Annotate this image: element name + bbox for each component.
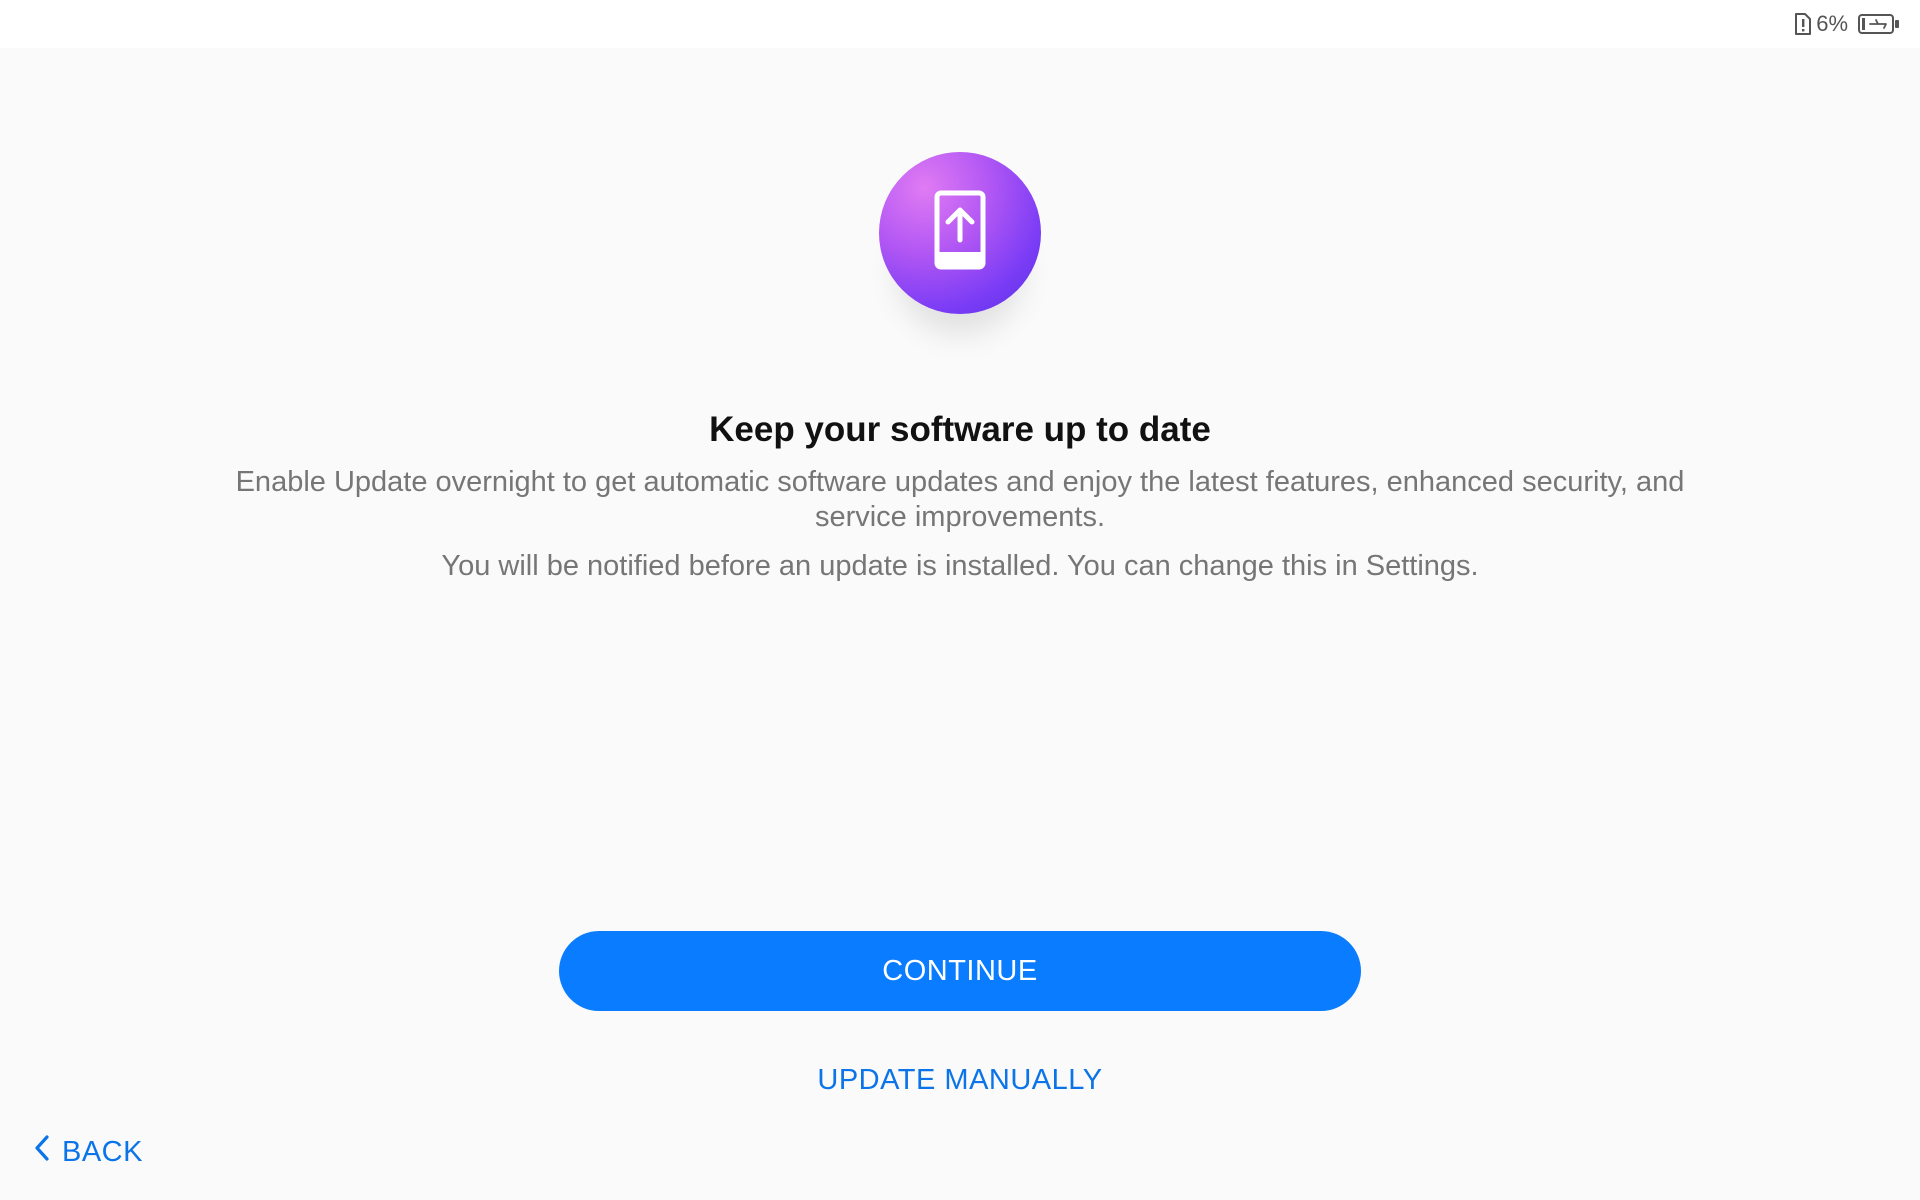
chevron-left-icon	[34, 1134, 50, 1170]
tablet-upload-icon	[934, 190, 986, 270]
continue-button[interactable]: CONTINUE	[559, 931, 1361, 1011]
battery-percent: 6%	[1816, 11, 1848, 36]
status-indicators: 6%	[1794, 10, 1900, 38]
battery-alert-icon	[1794, 13, 1812, 35]
status-bar: 6%	[0, 0, 1920, 48]
battery-charging-icon	[1858, 13, 1900, 35]
description-text: Enable Update overnight to get automatic…	[235, 466, 1685, 533]
back-button[interactable]: BACK	[34, 1130, 143, 1174]
update-manually-button[interactable]: UPDATE MANUALLY	[760, 1058, 1160, 1102]
page-title: Keep your software up to date	[709, 410, 1211, 449]
software-update-illustration	[879, 152, 1041, 314]
back-label: BACK	[62, 1135, 143, 1168]
notice-text: You will be notified before an update is…	[441, 550, 1479, 582]
